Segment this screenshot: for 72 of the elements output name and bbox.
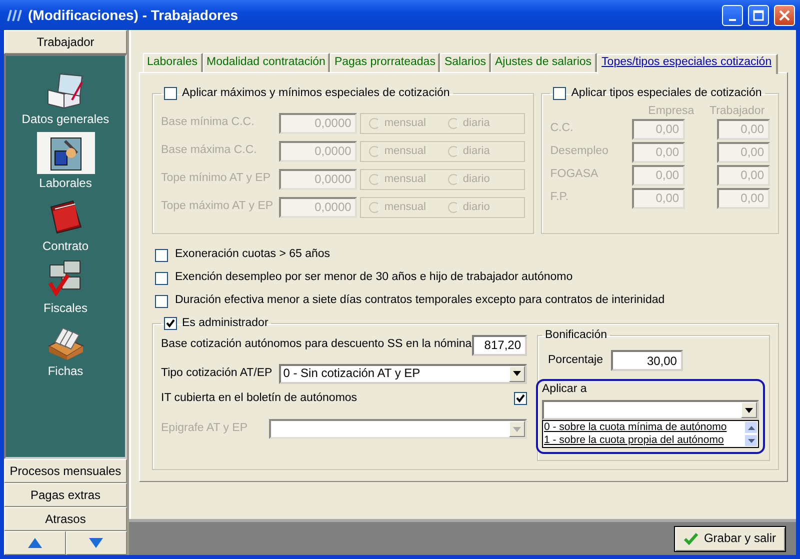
field-label: Base mínima C.C. [161, 116, 256, 130]
sidebar-section[interactable]: Atrasos [4, 507, 127, 531]
tab[interactable]: Topes/tipos especiales cotización [596, 54, 778, 74]
scroll-up-button[interactable] [744, 421, 758, 434]
scroll-down-button[interactable] [744, 434, 758, 448]
check-icon [684, 532, 698, 544]
dropdown[interactable] [542, 400, 759, 420]
dropdown-arrow-icon [513, 371, 521, 376]
group-title: Bonificación [545, 328, 608, 342]
tab[interactable]: Pagas prorrateadas [330, 53, 440, 72]
field-label: Aplicar a [542, 383, 588, 398]
dropdown[interactable]: 0 - Sin cotización AT y EP [279, 364, 527, 384]
save-button[interactable]: Grabar y salir [674, 526, 786, 552]
field-label: C.C. [550, 122, 574, 136]
field-label: F.P. [550, 191, 570, 205]
minimize-button[interactable] [722, 4, 743, 26]
field-label: Epigrafe AT y EP [161, 422, 248, 436]
checkbox[interactable] [155, 272, 168, 285]
dropdown-option[interactable]: 0 - sobre la cuota mínima de autónomo [543, 421, 744, 434]
up-chevron-icon [748, 426, 754, 430]
down-chevron-icon [748, 438, 754, 443]
tab[interactable]: Salarios [440, 53, 492, 72]
field-label: IT cubierta en el boletín de autónomos [161, 392, 358, 406]
checkbox[interactable] [164, 317, 177, 330]
field-label: Base máxima C.C. [161, 144, 258, 158]
sidebar-section[interactable]: Pagas extras [4, 483, 127, 507]
checkbox[interactable] [164, 87, 177, 100]
sidebar-item[interactable]: Contrato [42, 196, 89, 254]
checkbox-label: Aplicar máximos y mínimos especiales de cotización [182, 87, 450, 101]
down-triangle-icon [88, 537, 104, 549]
checkbox[interactable] [514, 392, 527, 405]
tab[interactable]: Ajustes de salarios [491, 53, 597, 72]
sidebar-section[interactable]: Procesos mensuales [4, 459, 127, 483]
field-label: FOGASA [550, 168, 600, 182]
tab[interactable]: Laborales [143, 53, 203, 72]
field-label: Tope máximo AT y EP [161, 200, 274, 214]
checkbox-label: Exención desempleo por ser menor de 30 años e hijo de trabajador autónomo [175, 271, 573, 286]
tab[interactable]: Modalidad contratación [202, 53, 330, 72]
maximize-icon [753, 10, 764, 20]
input-field[interactable]: 30,00 [610, 350, 683, 372]
checkbox[interactable] [155, 248, 168, 262]
input-field[interactable]: 817,20 [472, 334, 527, 356]
dropdown-arrow-icon [513, 426, 521, 432]
field-label: Porcentaje [548, 354, 603, 368]
scroll-up-button[interactable] [4, 531, 66, 555]
sidebar-item[interactable]: Fiscales [43, 259, 88, 316]
checkbox-label: Duración efectiva menor a siete días contratos temporales excepto para contratos de interinidad [175, 294, 665, 308]
sidebar-item[interactable]: Datos generales [22, 70, 110, 126]
dropdown-option[interactable]: 1 - sobre la cuota propia del autónomo [543, 434, 744, 448]
checkbox-label: Es administrador [182, 316, 268, 331]
dropdown-arrow-icon [745, 408, 753, 413]
column-header: Empresa [647, 104, 696, 119]
minimize-icon [729, 18, 736, 20]
check-icon [515, 392, 526, 404]
field-label: Desempleo [550, 145, 610, 159]
check-icon [165, 318, 176, 330]
field-label: Tope mínimo AT y EP [161, 172, 272, 186]
checkbox[interactable] [553, 87, 566, 100]
up-triangle-icon [26, 537, 43, 549]
window-title: (Modificaciones) - Trabajadores [28, 6, 240, 24]
app-icon [5, 7, 23, 23]
column-header: Trabajador [708, 104, 766, 119]
checkbox[interactable] [155, 294, 168, 308]
close-icon [779, 10, 790, 20]
field-label: Base cotización autónomos para descuento SS en la nómina [161, 338, 472, 352]
close-button[interactable] [774, 4, 795, 26]
sidebar-item[interactable]: Fichas [44, 322, 86, 378]
checkbox-label: Aplicar tipos especiales de cotización [571, 87, 762, 101]
sidebar-header[interactable]: Trabajador [4, 30, 127, 54]
maximize-button[interactable] [748, 4, 769, 26]
checkbox-label: Exoneración cuotas > 65 años [175, 248, 330, 262]
field-label: Tipo cotización AT/EP [161, 366, 272, 380]
